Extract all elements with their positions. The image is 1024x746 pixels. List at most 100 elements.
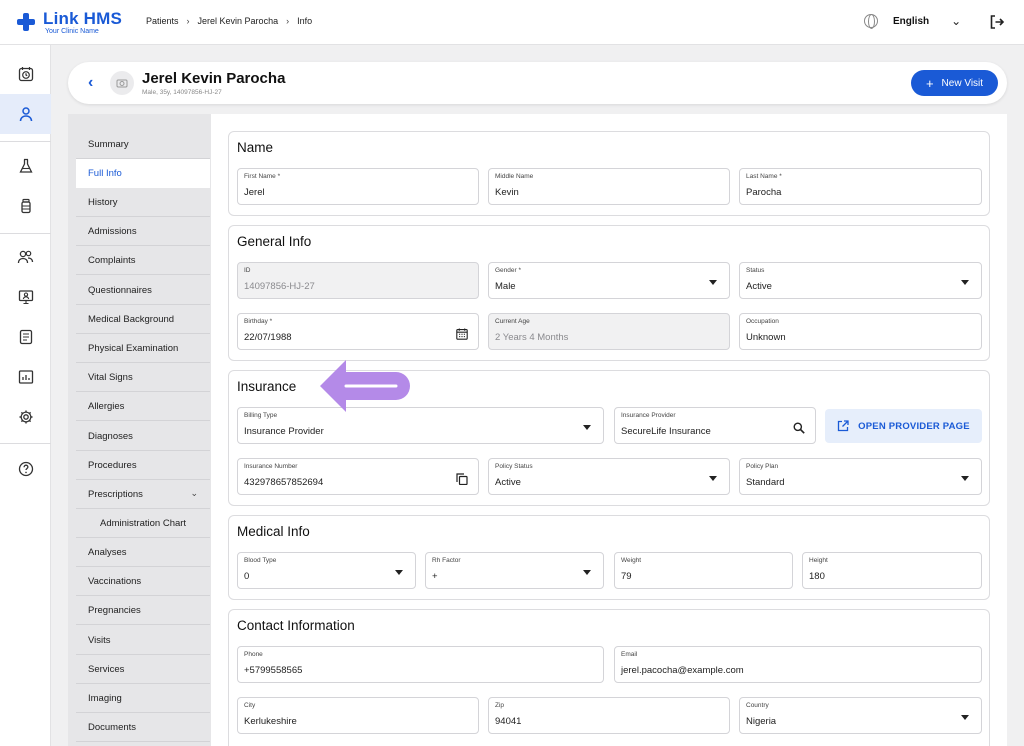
status-select[interactable]: Status Active: [739, 262, 982, 299]
policy-status-select[interactable]: Policy Status Active: [488, 458, 730, 495]
new-visit-button[interactable]: + New Visit: [911, 70, 998, 96]
avatar[interactable]: [110, 71, 134, 95]
rail-records[interactable]: [0, 317, 51, 357]
nav-item-procedures[interactable]: Procedures: [76, 451, 210, 480]
nav-item-vaccinations[interactable]: Vaccinations: [76, 567, 210, 596]
logo-title: Link HMS: [43, 9, 123, 28]
nav-item-complaints[interactable]: Complaints: [76, 246, 210, 275]
field-label: Gender *: [495, 267, 522, 274]
clipboard-icon: [19, 329, 32, 345]
search-icon[interactable]: [793, 422, 805, 434]
copy-icon[interactable]: [456, 473, 468, 485]
breadcrumb-info: Info: [297, 16, 313, 26]
first-name-field[interactable]: First Name * Jerel: [237, 168, 479, 205]
nav-item-full-info[interactable]: Full Info: [76, 159, 210, 188]
field-value: Jerel: [244, 187, 265, 198]
section-title: Contact Information: [237, 618, 355, 633]
open-provider-page-button[interactable]: OPEN PROVIDER PAGE: [825, 409, 982, 443]
app-logo[interactable]: Link HMS Your Clinic Name: [15, 8, 125, 38]
nav-item-medical-background[interactable]: Medical Background: [76, 305, 210, 334]
chart-board-icon: [18, 370, 33, 384]
field-label: Email: [621, 651, 638, 658]
field-value: Kerlukeshire: [244, 716, 297, 727]
language-selector[interactable]: English ⌄: [864, 14, 961, 29]
weight-field[interactable]: Weight 79: [614, 552, 793, 589]
language-label: English: [893, 15, 930, 27]
nav-item-services[interactable]: Services: [76, 655, 210, 684]
patient-header: ‹ Jerel Kevin Parocha Male, 35y, 1409785…: [68, 62, 1007, 104]
nav-item-documents[interactable]: Documents: [76, 713, 210, 742]
rail-calendar[interactable]: [0, 54, 51, 94]
open-provider-label: OPEN PROVIDER PAGE: [858, 420, 970, 432]
globe-icon: [864, 14, 878, 29]
field-label: Rh Factor: [432, 557, 461, 564]
nav-item-diagnoses[interactable]: Diagnoses: [76, 422, 210, 451]
nav-item-visits[interactable]: Visits: [76, 626, 210, 655]
field-value: 94041: [495, 716, 522, 727]
rh-factor-select[interactable]: Rh Factor +: [425, 552, 604, 589]
insurance-provider-field[interactable]: Insurance Provider SecureLife Insurance: [614, 407, 816, 444]
field-value: +: [432, 571, 438, 582]
name-section: Name First Name * Jerel Middle Name Kevi…: [228, 131, 990, 216]
nav-item-physical-examination[interactable]: Physical Examination: [76, 334, 210, 363]
rail-divider: [0, 141, 51, 142]
nav-item-administration-chart[interactable]: Administration Chart: [76, 509, 210, 538]
last-name-field[interactable]: Last Name * Parocha: [739, 168, 982, 205]
city-field[interactable]: City Kerlukeshire: [237, 697, 479, 734]
occupation-field[interactable]: Occupation Unknown: [739, 313, 982, 350]
dropdown-caret-icon: [583, 570, 591, 575]
field-label: Middle Name: [495, 173, 534, 180]
logout-icon[interactable]: [989, 14, 1005, 30]
rail-pharmacy[interactable]: [0, 186, 51, 226]
insurance-number-field[interactable]: Insurance Number 432978657852694: [237, 458, 479, 495]
birthday-field[interactable]: Birthday * 22/07/1988: [237, 313, 479, 350]
calendar-icon[interactable]: [456, 328, 468, 340]
field-label: Insurance Provider: [621, 412, 676, 419]
plus-icon: +: [925, 75, 934, 91]
rail-reports[interactable]: [0, 357, 51, 397]
user-icon: [19, 107, 32, 122]
field-value: 14097856-HJ-27: [244, 281, 315, 292]
nav-item-pregnancies[interactable]: Pregnancies: [76, 596, 210, 625]
email-field[interactable]: Email jerel.pacocha@example.com: [614, 646, 982, 683]
field-label: Last Name *: [746, 173, 782, 180]
height-field[interactable]: Height 180: [802, 552, 982, 589]
nav-item-summary[interactable]: Summary: [76, 130, 210, 159]
middle-name-field[interactable]: Middle Name Kevin: [488, 168, 730, 205]
rail-help[interactable]: [0, 449, 51, 489]
breadcrumb-patient[interactable]: Jerel Kevin Parocha: [198, 16, 279, 26]
blood-type-select[interactable]: Blood Type 0: [237, 552, 416, 589]
rail-monitor[interactable]: [0, 277, 51, 317]
rail-staff[interactable]: [0, 237, 51, 277]
field-value: 180: [809, 571, 825, 582]
breadcrumb-patients[interactable]: Patients: [146, 16, 179, 26]
field-value: Standard: [746, 477, 785, 488]
phone-field[interactable]: Phone +5799558565: [237, 646, 604, 683]
nav-item-questionnaires[interactable]: Questionnaires: [76, 276, 210, 305]
rail-settings[interactable]: [0, 397, 51, 437]
rail-divider: [0, 443, 51, 444]
billing-type-select[interactable]: Billing Type Insurance Provider: [237, 407, 604, 444]
field-value: Parocha: [746, 187, 782, 198]
field-value: Nigeria: [746, 716, 777, 727]
back-chevron-icon[interactable]: ‹: [88, 74, 93, 92]
field-label: Status: [746, 267, 765, 274]
flask-icon: [18, 158, 33, 173]
rail-divider: [0, 233, 51, 234]
nav-item-vital-signs[interactable]: Vital Signs: [76, 363, 210, 392]
current-age-field: Current Age 2 Years 4 Months: [488, 313, 730, 350]
breadcrumb: Patients › Jerel Kevin Parocha › Info: [146, 16, 312, 26]
country-select[interactable]: Country Nigeria: [739, 697, 982, 734]
policy-plan-select[interactable]: Policy Plan Standard: [739, 458, 982, 495]
nav-item-imaging[interactable]: Imaging: [76, 684, 210, 713]
nav-item-history[interactable]: History: [76, 188, 210, 217]
nav-item-admissions[interactable]: Admissions: [76, 217, 210, 246]
rail-patients[interactable]: [0, 94, 51, 134]
zip-field[interactable]: Zip 94041: [488, 697, 730, 734]
field-label: Current Age: [495, 318, 530, 325]
nav-item-analyses[interactable]: Analyses: [76, 538, 210, 567]
nav-item-prescriptions[interactable]: Prescriptions ⌄: [76, 480, 210, 509]
nav-item-allergies[interactable]: Allergies: [76, 392, 210, 421]
rail-lab[interactable]: [0, 146, 51, 186]
gender-select[interactable]: Gender * Male: [488, 262, 730, 299]
